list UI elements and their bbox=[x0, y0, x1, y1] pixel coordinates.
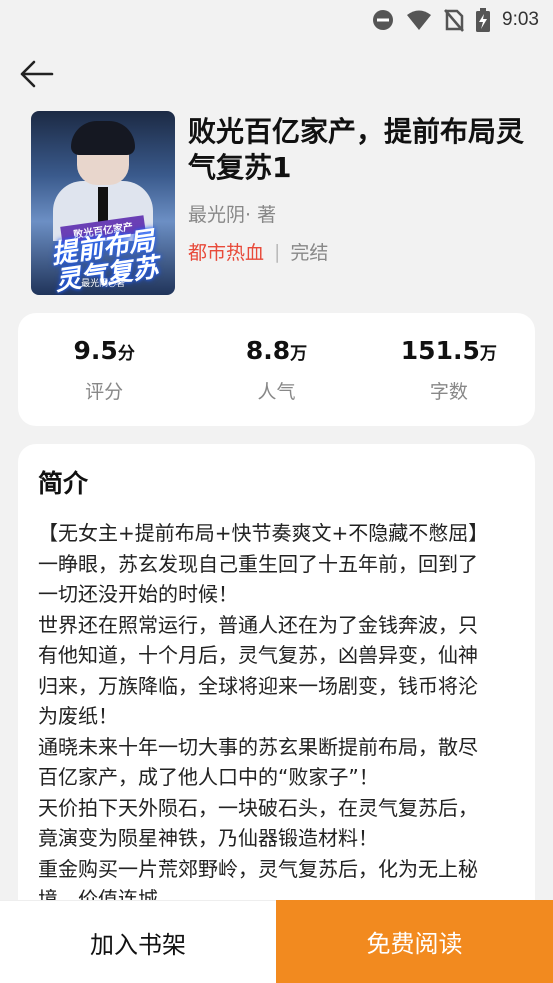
intro-line: 通晓未来十年一切大事的苏玄果断提前布局，散尽 bbox=[38, 734, 478, 759]
stat-label: 评分 bbox=[85, 380, 124, 403]
stat-rating: 9.5分 评分 bbox=[18, 336, 190, 404]
battery-charging-icon bbox=[476, 8, 491, 32]
book-title: 败光百亿家产，提前布局灵气复苏1 bbox=[188, 115, 525, 184]
stat-word-count: 151.5万 字数 bbox=[363, 336, 535, 404]
intro-line: 一切还没开始的时候！ bbox=[38, 582, 238, 606]
genre-tag[interactable]: 都市热血 bbox=[188, 238, 264, 265]
bottom-action-bar: 加入书架 免费阅读 bbox=[0, 900, 553, 983]
add-to-shelf-button[interactable]: 加入书架 bbox=[0, 900, 276, 983]
back-button[interactable] bbox=[16, 56, 56, 92]
intro-line: 一睁眼，苏玄发现自己重生回了十五年前，回到了 bbox=[38, 551, 478, 576]
book-author[interactable]: 最光阴· 著 bbox=[188, 200, 276, 227]
cover-author: 最光阴○著 bbox=[81, 279, 125, 289]
book-tags: 都市热血 | 完结 bbox=[188, 238, 328, 265]
stat-popularity: 8.8万 人气 bbox=[190, 336, 362, 404]
intro-line: 百亿家产，成了他人口中的“败家子”！ bbox=[38, 765, 379, 789]
stat-unit: 万 bbox=[290, 343, 308, 364]
intro-line: 世界还在照常运行，普通人还在为了金钱奔波，只 bbox=[38, 612, 478, 637]
intro-line: 归来，万族降临，全球将迎来一场剧变，钱币将沦 bbox=[38, 673, 478, 698]
wifi-icon bbox=[406, 9, 432, 31]
stat-unit: 万 bbox=[479, 343, 497, 364]
intro-heading: 简介 bbox=[38, 469, 89, 498]
book-cover[interactable]: 败光百亿家产 提前布局 灵气复苏 最光阴○著 bbox=[31, 111, 175, 295]
arrow-left-icon bbox=[20, 60, 54, 88]
intro-line: 为废纸！ bbox=[38, 704, 118, 728]
tag-separator: | bbox=[274, 240, 281, 263]
no-sim-icon bbox=[444, 8, 464, 32]
status-tag: 完结 bbox=[290, 242, 329, 264]
status-bar: 9:03 bbox=[0, 0, 553, 40]
stat-unit: 分 bbox=[117, 343, 135, 364]
stat-label: 人气 bbox=[257, 380, 296, 403]
status-time: 9:03 bbox=[502, 9, 539, 30]
do-not-disturb-icon bbox=[372, 9, 394, 31]
stats-card: 9.5分 评分 8.8万 人气 151.5万 字数 bbox=[18, 313, 535, 426]
stat-value: 9.5 bbox=[73, 335, 118, 365]
free-read-button[interactable]: 免费阅读 bbox=[276, 900, 553, 983]
intro-text: 【无女主+提前布局+快节奏爽文+不隐藏不憋屈】 一睁眼，苏玄发现自己重生回了十五… bbox=[38, 518, 528, 915]
intro-line: 天价拍下天外陨石，一块破石头，在灵气复苏后， bbox=[38, 795, 478, 820]
intro-line: 重金购买一片荒郊野岭，灵气复苏后，化为无上秘 bbox=[38, 856, 478, 881]
cover-figure-hair bbox=[71, 121, 135, 155]
stat-value: 151.5 bbox=[400, 335, 480, 365]
intro-line: 竟演变为陨星神铁，乃仙器锻造材料！ bbox=[38, 826, 378, 850]
stat-label: 字数 bbox=[429, 380, 468, 403]
intro-line: 有他知道，十个月后，灵气复苏，凶兽异变，仙神 bbox=[38, 643, 478, 667]
stat-value: 8.8 bbox=[245, 335, 291, 365]
intro-line: 【无女主+提前布局+快节奏爽文+不隐藏不憋屈】 bbox=[38, 521, 489, 545]
